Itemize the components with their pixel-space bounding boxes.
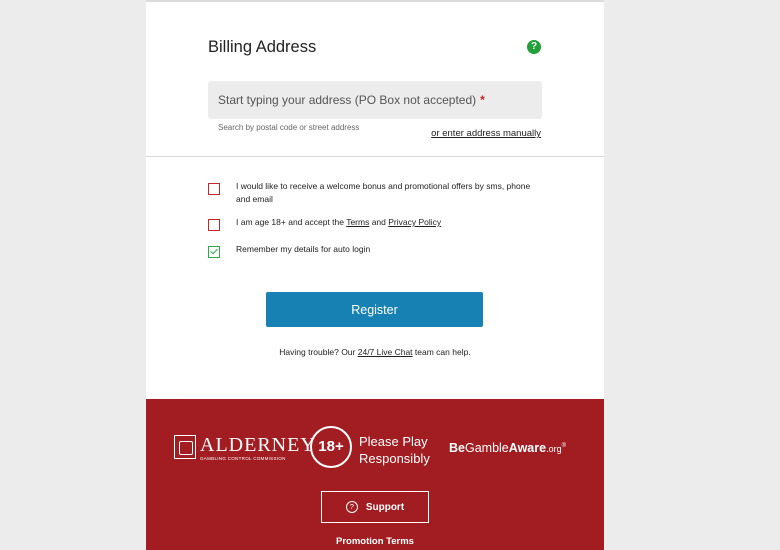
- remember-details-checkbox[interactable]: [208, 246, 220, 258]
- question-mark-icon[interactable]: ?: [527, 40, 541, 54]
- help-text: Having trouble? Our 24/7 Live Chat team …: [146, 347, 604, 357]
- address-placeholder: Start typing your address (PO Box not ac…: [218, 93, 477, 107]
- alderney-logo[interactable]: ALDERNEY GAMBLING CONTROL COMMISSION: [174, 435, 316, 461]
- billing-address-title: Billing Address: [208, 38, 317, 56]
- age-terms-checkbox[interactable]: [208, 219, 220, 231]
- begamble-aware: Aware: [508, 441, 547, 455]
- footer: ALDERNEY GAMBLING CONTROL COMMISSION 18+…: [146, 399, 604, 550]
- support-label: Support: [365, 501, 405, 513]
- help-text-prefix: Having trouble? Our: [279, 347, 358, 357]
- begamble-gamble: Gamble: [464, 441, 509, 455]
- begamble-registered: ®: [561, 442, 566, 449]
- age-restriction-badge: 18+: [310, 426, 352, 468]
- required-marker: *: [480, 93, 485, 107]
- alderney-subtitle: GAMBLING CONTROL COMMISSION: [200, 456, 286, 461]
- begamble-org: .org: [546, 444, 562, 454]
- enter-address-manually-link[interactable]: or enter address manually: [431, 128, 541, 139]
- promo-consent-row: I would like to receive a welcome bonus …: [208, 181, 538, 206]
- registration-panel: Billing Address ? Start typing your addr…: [146, 0, 604, 550]
- address-hint: Search by postal code or street address: [218, 123, 360, 132]
- please-play-line2: Responsibly: [359, 451, 430, 466]
- section-divider: [146, 156, 604, 157]
- please-play-responsibly: Please Play Responsibly: [359, 433, 430, 467]
- please-play-line1: Please Play: [359, 434, 428, 449]
- remember-details-row: Remember my details for auto login: [208, 244, 538, 258]
- register-button[interactable]: Register: [266, 292, 483, 327]
- promotion-terms-link[interactable]: Promotion Terms: [146, 536, 604, 547]
- remember-details-label: Remember my details for auto login: [236, 244, 371, 254]
- support-button[interactable]: ? Support: [321, 491, 429, 523]
- age-terms-text: I am age 18+ and accept the: [236, 217, 347, 227]
- age-terms-and: and: [369, 217, 389, 227]
- privacy-policy-link[interactable]: Privacy Policy: [388, 217, 441, 227]
- age-terms-row: I am age 18+ and accept the Terms and Pr…: [208, 216, 538, 231]
- terms-link[interactable]: Terms: [346, 217, 369, 227]
- help-text-suffix: team can help.: [412, 347, 471, 357]
- begamble-be: Be: [449, 441, 465, 455]
- alderney-crest-icon: [174, 435, 196, 459]
- begambleaware-logo[interactable]: BeGambleAware.org®: [449, 441, 566, 455]
- promo-consent-label: I would like to receive a welcome bonus …: [236, 181, 531, 204]
- promo-consent-checkbox[interactable]: [208, 183, 220, 195]
- top-divider: [146, 0, 604, 2]
- live-chat-link[interactable]: 24/7 Live Chat: [358, 347, 413, 357]
- question-circle-icon: ?: [345, 501, 358, 513]
- alderney-wordmark: ALDERNEY: [200, 434, 316, 456]
- age-terms-label: I am age 18+ and accept the Terms and Pr…: [236, 216, 441, 229]
- address-search-input[interactable]: Start typing your address (PO Box not ac…: [208, 81, 542, 119]
